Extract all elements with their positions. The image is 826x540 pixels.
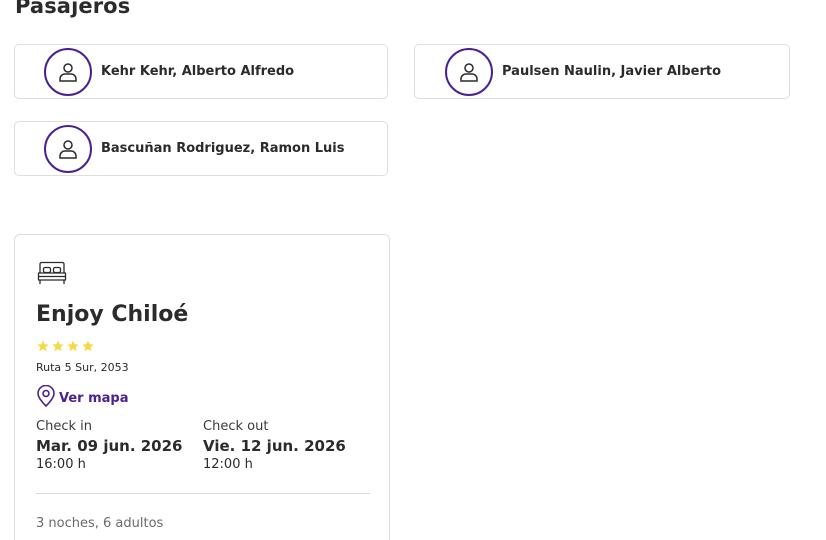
map-pin-icon [36, 384, 56, 411]
stay-summary: 3 noches, 6 adultos [36, 516, 164, 531]
passenger-card: Kehr Kehr, Alberto Alfredo [14, 44, 388, 99]
user-avatar-icon [44, 47, 92, 96]
check-out-block: Check out Vie. 12 jun. 2026 12:00 h [203, 419, 346, 473]
check-in-time: 16:00 h [36, 457, 86, 472]
bed-icon [37, 260, 67, 290]
check-out-label: Check out [203, 419, 269, 434]
user-avatar-icon [445, 47, 493, 96]
star-icon [82, 340, 94, 352]
passenger-name: Bascuñan Rodriguez, Ramon Luis [101, 141, 345, 156]
star-rating [36, 339, 95, 353]
hotel-card: Enjoy Chiloé Ruta 5 Sur, 2053 Ver mapa C… [14, 234, 390, 540]
view-map-label: Ver mapa [59, 390, 129, 406]
check-in-label: Check in [36, 419, 92, 434]
passengers-section-title: Pasajeros [15, 0, 131, 18]
check-out-time: 12:00 h [203, 457, 253, 472]
passenger-name: Paulsen Naulin, Javier Alberto [502, 64, 722, 79]
hotel-address: Ruta 5 Sur, 2053 [36, 361, 129, 374]
hotel-name: Enjoy Chiloé [36, 302, 189, 327]
check-out-date: Vie. 12 jun. 2026 [203, 437, 346, 455]
star-icon [67, 340, 79, 352]
passenger-card: Bascuñan Rodriguez, Ramon Luis [14, 121, 388, 176]
passenger-card: Paulsen Naulin, Javier Alberto [414, 44, 790, 99]
check-in-block: Check in Mar. 09 jun. 2026 16:00 h [36, 419, 183, 473]
reservation-page: Pasajeros Kehr Kehr, Alberto Alfredo Pau… [0, 0, 826, 540]
star-icon [37, 340, 49, 352]
divider [36, 493, 370, 494]
check-in-date: Mar. 09 jun. 2026 [36, 437, 183, 455]
star-icon [52, 340, 64, 352]
user-avatar-icon [44, 124, 92, 173]
view-map-link[interactable]: Ver mapa [36, 384, 129, 411]
passenger-name: Kehr Kehr, Alberto Alfredo [101, 64, 295, 79]
